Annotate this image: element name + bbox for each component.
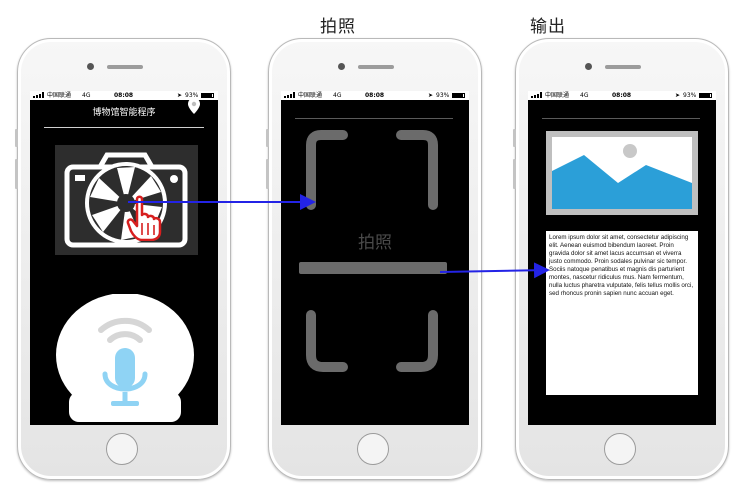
battery-icon	[699, 93, 712, 98]
front-camera	[585, 63, 592, 70]
front-camera	[338, 63, 345, 70]
viewfinder-frame	[299, 130, 447, 372]
capture-label: 拍照	[320, 17, 356, 37]
signal-icon	[531, 92, 543, 101]
earpiece-speaker	[358, 65, 394, 69]
pin-icon[interactable]	[187, 97, 201, 115]
camera-button[interactable]	[55, 145, 198, 255]
top-divider	[295, 118, 453, 119]
status-bar: 中国联通 4G 08:08 ➤ 93%	[281, 91, 469, 100]
front-camera	[87, 63, 94, 70]
clock-text: 08:08	[114, 92, 134, 99]
network-text: 4G	[82, 92, 91, 99]
earpiece-speaker	[107, 65, 143, 69]
phone-home: 中国联通 4G 08:08 ➤ 93% 博物馆智能程序	[15, 38, 231, 480]
earpiece-speaker	[605, 65, 641, 69]
pointing-hand-icon	[126, 195, 162, 241]
carrier-text: 中国联通	[545, 92, 570, 99]
title-divider	[44, 127, 204, 128]
signal-icon	[284, 92, 296, 101]
image-placeholder-icon	[552, 137, 692, 209]
phone-capture: 中国联通 4G 08:08 ➤ 93% 拍照	[266, 38, 482, 480]
location-arrow-icon: ➤	[675, 92, 681, 99]
clock-text: 08:08	[612, 92, 632, 99]
battery-percent: 93%	[436, 92, 450, 99]
top-divider	[542, 118, 700, 119]
result-image[interactable]	[546, 131, 698, 215]
location-arrow-icon: ➤	[177, 92, 183, 99]
signal-icon	[33, 92, 45, 101]
home-button[interactable]	[106, 433, 138, 465]
network-text: 4G	[580, 92, 589, 99]
output-screen: 中国联通 4G 08:08 ➤ 93% Lorem ipsum dolor si…	[528, 91, 716, 425]
home-screen: 中国联通 4G 08:08 ➤ 93% 博物馆智能程序	[30, 91, 218, 425]
network-text: 4G	[333, 92, 342, 99]
capture-prompt: 拍照	[358, 233, 392, 253]
home-button[interactable]	[604, 433, 636, 465]
voice-button[interactable]	[55, 293, 194, 425]
phone-output: 中国联通 4G 08:08 ➤ 93% Lorem ipsum dolor si…	[513, 38, 729, 480]
status-bar: 中国联通 4G 08:08 ➤ 93%	[528, 91, 716, 100]
carrier-text: 中国联通	[298, 92, 323, 99]
microphone-icon	[56, 293, 194, 422]
result-description: Lorem ipsum dolor sit amet, consectetur …	[546, 231, 698, 395]
location-arrow-icon: ➤	[428, 92, 434, 99]
capture-screen: 中国联通 4G 08:08 ➤ 93% 拍照	[281, 91, 469, 425]
battery-icon	[452, 93, 465, 98]
battery-percent: 93%	[683, 92, 697, 99]
output-label: 输出	[530, 17, 566, 37]
carrier-text: 中国联通	[47, 92, 72, 99]
battery-icon	[201, 93, 214, 98]
home-button[interactable]	[357, 433, 389, 465]
clock-text: 08:08	[365, 92, 385, 99]
